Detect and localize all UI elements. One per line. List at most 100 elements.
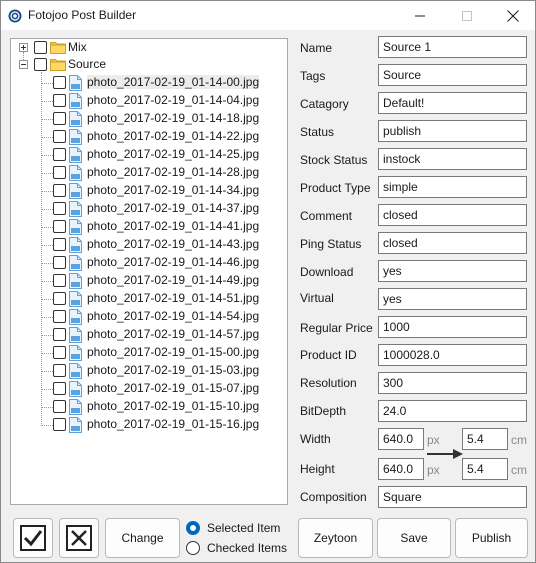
file-checkbox[interactable] [53,202,66,215]
tree-file-label[interactable]: photo_2017-02-19_01-14-28.jpg [87,165,259,179]
app-logo-icon [8,9,22,23]
tree-file-label[interactable]: photo_2017-02-19_01-14-04.jpg [87,93,259,107]
file-checkbox[interactable] [53,112,66,125]
stock-status-input[interactable] [378,148,527,170]
name-input[interactable] [378,36,527,58]
resolution-input[interactable] [378,372,527,394]
tree-folder-label[interactable]: Mix [68,40,87,54]
height-px-input[interactable] [378,458,424,480]
file-checkbox[interactable] [53,76,66,89]
tree-node-checkbox[interactable] [34,41,47,54]
tree-file-label[interactable]: photo_2017-02-19_01-14-22.jpg [87,129,259,143]
file-checkbox[interactable] [53,328,66,341]
ping-status-input[interactable] [378,232,527,254]
convert-arrow-icon [427,449,463,459]
tree-file-label[interactable]: photo_2017-02-19_01-14-51.jpg [87,291,259,305]
tree-file-label[interactable]: photo_2017-02-19_01-14-18.jpg [87,111,259,125]
file-checkbox[interactable] [53,184,66,197]
file-checkbox[interactable] [53,382,66,395]
regular-price-input[interactable] [378,316,527,338]
zeytoon-button[interactable]: Zeytoon [298,518,373,558]
image-file-icon [69,327,82,343]
product-id-label: Product ID [300,348,357,362]
file-checkbox[interactable] [53,238,66,251]
height-label: Height [300,462,335,476]
tree-file-label[interactable]: photo_2017-02-19_01-14-54.jpg [87,309,259,323]
tree-folder-label[interactable]: Source [68,57,106,71]
check-all-button[interactable] [13,518,53,558]
file-checkbox[interactable] [53,418,66,431]
tree-file-label[interactable]: photo_2017-02-19_01-15-03.jpg [87,363,259,377]
download-input[interactable] [378,260,527,282]
file-checkbox[interactable] [53,130,66,143]
category-input[interactable] [378,92,527,114]
publish-button[interactable]: Publish [455,518,528,558]
file-checkbox[interactable] [53,220,66,233]
virtual-label: Virtual [300,291,334,305]
height-cm-input[interactable] [462,458,508,480]
product-type-input[interactable] [378,176,527,198]
tree-file-label[interactable]: photo_2017-02-19_01-15-16.jpg [87,417,259,431]
tree-file-label[interactable]: photo_2017-02-19_01-14-57.jpg [87,327,259,341]
tree-file-label[interactable]: photo_2017-02-19_01-14-49.jpg [87,273,259,287]
resolution-label: Resolution [300,376,357,390]
tree-file-label[interactable]: photo_2017-02-19_01-14-43.jpg [87,237,259,251]
bitdepth-input[interactable] [378,400,527,422]
save-button[interactable]: Save [377,518,451,558]
change-button[interactable]: Change [105,518,180,558]
radio-selected-dot[interactable] [186,521,200,535]
tree-file-label[interactable]: photo_2017-02-19_01-14-00.jpg [87,75,260,89]
width-cm-input[interactable] [462,428,508,450]
tree-connector-line [42,155,53,156]
tree-connector-line [42,173,53,174]
close-button[interactable] [490,1,536,30]
title-bar[interactable]: Fotojoo Post Builder [1,1,535,30]
virtual-input[interactable] [378,288,527,310]
tree-file-label[interactable]: photo_2017-02-19_01-15-10.jpg [87,399,259,413]
minimize-button[interactable] [397,1,443,30]
stock-status-label: Stock Status [300,153,368,167]
product-id-input[interactable] [378,344,527,366]
height-px-unit: px [427,463,440,477]
file-checkbox[interactable] [53,400,66,413]
tree-file-label[interactable]: photo_2017-02-19_01-14-46.jpg [87,255,259,269]
file-checkbox[interactable] [53,148,66,161]
radio-selected-item[interactable]: Selected Item [186,521,280,535]
tree-file-label[interactable]: photo_2017-02-19_01-15-00.jpg [87,345,259,359]
file-checkbox[interactable] [53,274,66,287]
image-file-icon [69,219,82,235]
composition-input[interactable] [378,486,527,508]
radio-checked-items[interactable]: Checked Items [186,541,287,555]
maximize-button[interactable] [444,1,490,30]
file-tree[interactable]: Mix Source photo_2017-02-19_01-14-00.jpgph… [10,38,288,505]
ping-status-label: Ping Status [300,237,362,251]
file-checkbox[interactable] [53,292,66,305]
tree-file-label[interactable]: photo_2017-02-19_01-14-41.jpg [87,219,259,233]
tree-file-label[interactable]: photo_2017-02-19_01-14-25.jpg [87,147,259,161]
image-file-icon [69,399,82,415]
status-input[interactable] [378,120,527,142]
tree-file-label[interactable]: photo_2017-02-19_01-14-34.jpg [87,183,259,197]
tree-node-checkbox[interactable] [34,58,47,71]
width-px-input[interactable] [378,428,424,450]
tags-input[interactable] [378,64,527,86]
file-checkbox[interactable] [53,346,66,359]
product-type-label: Product Type [300,181,371,195]
collapse-toggle-icon[interactable] [19,60,28,69]
category-label: Catagory [300,97,349,111]
file-checkbox[interactable] [53,364,66,377]
radio-selected-label: Selected Item [207,521,281,535]
image-file-icon [69,93,82,109]
x-box-icon [66,525,92,551]
file-checkbox[interactable] [53,256,66,269]
tree-file-label[interactable]: photo_2017-02-19_01-14-37.jpg [87,201,259,215]
tree-file-label[interactable]: photo_2017-02-19_01-15-07.jpg [87,381,259,395]
radio-checked-dot[interactable] [186,541,200,555]
uncheck-all-button[interactable] [59,518,99,558]
file-checkbox[interactable] [53,94,66,107]
tree-connector-line [42,83,53,84]
file-checkbox[interactable] [53,310,66,323]
comment-input[interactable] [378,204,527,226]
expand-toggle-icon[interactable] [19,43,28,52]
file-checkbox[interactable] [53,166,66,179]
